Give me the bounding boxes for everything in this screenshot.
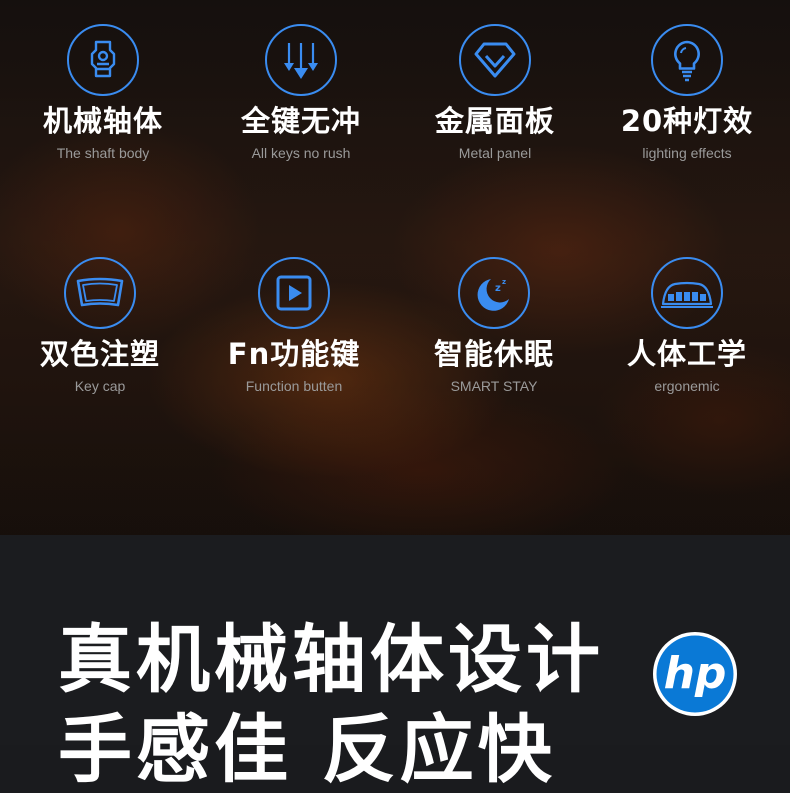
- banner-headline-second-line: 手感佳 反应快: [58, 707, 556, 793]
- feature-title: 人体工学: [626, 337, 747, 371]
- feature-subtitle: All keys no rush: [251, 144, 351, 161]
- feature-title: 金属面板: [434, 104, 555, 138]
- feature-title: 智能休眠: [433, 337, 554, 371]
- diamond-icon: [459, 24, 531, 96]
- svg-text:z: z: [495, 283, 501, 294]
- feature-keycap: 双色注塑 Key cap: [5, 257, 195, 394]
- feature-smart-sleep: z z 智能休眠 SMART STAY: [399, 257, 589, 394]
- bulb-icon: [651, 24, 723, 96]
- feature-ergonomic: 人体工学 ergonemic: [592, 257, 782, 394]
- down-arrows-icon: [265, 24, 337, 96]
- feature-switch: 机械轴体 The shaft body: [8, 24, 198, 161]
- keyboard-icon: [651, 257, 723, 329]
- svg-text:z: z: [502, 278, 506, 286]
- feature-subtitle: SMART STAY: [450, 377, 538, 394]
- switch-icon: [67, 24, 139, 96]
- feature-title: Fn功能键: [227, 337, 361, 371]
- keycap-icon: [64, 257, 136, 329]
- feature-title: 全键无冲: [240, 104, 361, 138]
- banner-headline: 真机械轴体设计: [58, 617, 604, 703]
- feature-title: 机械轴体: [42, 104, 163, 138]
- feature-lighting: 20种灯效 lighting effects: [592, 24, 782, 161]
- play-button-icon: [258, 257, 330, 329]
- hp-logo: hp: [652, 631, 738, 717]
- feature-subtitle: ergonemic: [654, 377, 720, 394]
- feature-title: 双色注塑: [39, 337, 160, 371]
- moon-sleep-icon: z z: [458, 257, 530, 329]
- feature-fn-key: Fn功能键 Function butten: [199, 257, 389, 394]
- feature-anti-ghosting: 全键无冲 All keys no rush: [206, 24, 396, 161]
- feature-section: 机械轴体 The shaft body 全键无冲 All keys no rus…: [0, 0, 790, 535]
- feature-title: 20种灯效: [620, 104, 754, 138]
- hp-logo-text: hp: [664, 648, 727, 699]
- feature-subtitle: Function butten: [245, 377, 343, 394]
- feature-subtitle: Key cap: [74, 377, 126, 394]
- feature-subtitle: Metal panel: [458, 144, 532, 161]
- feature-subtitle: The shaft body: [56, 144, 150, 161]
- feature-subtitle: lighting effects: [642, 144, 732, 161]
- banner-section: 真机械轴体设计 手感佳 反应快 hp: [0, 535, 790, 787]
- feature-metal-panel: 金属面板 Metal panel: [400, 24, 590, 161]
